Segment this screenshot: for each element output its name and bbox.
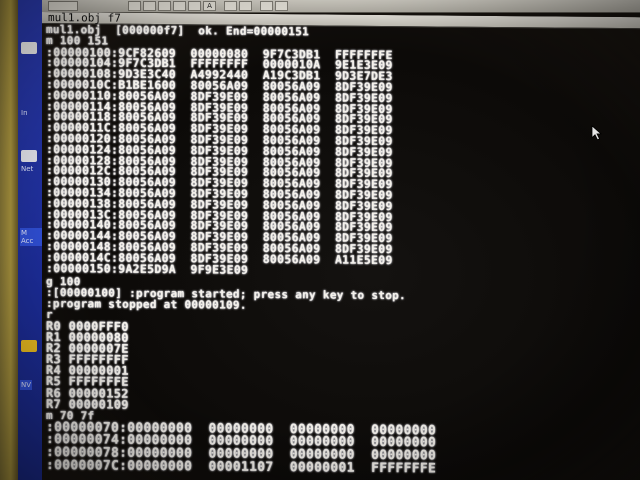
side-panel: In Net M Acc NV (18, 0, 42, 480)
toolbar: A (42, 0, 640, 13)
toolbar-dropdown[interactable] (48, 1, 78, 11)
copy-icon[interactable] (224, 1, 237, 11)
mouse-cursor-icon (591, 124, 603, 141)
app-icon[interactable] (21, 42, 37, 54)
terminal-output: mul1.obj [000000f7] ok. End=00000151 m 1… (46, 23, 636, 478)
toolbar-button[interactable] (143, 1, 156, 11)
monitor-photo: In Net M Acc NV A mul1.obj f7 mul1.obj [… (0, 0, 640, 480)
paste-icon[interactable] (239, 1, 252, 11)
memory-dump: :00000100:9CF82609 00000080 9F7C3DB1 FFF… (46, 45, 636, 279)
register-list: R0 0000FFF0 R1 00000080 R2 0000007E R3 FFFF… (46, 319, 636, 416)
toolbar-button[interactable] (188, 1, 201, 11)
folder-icon[interactable] (21, 340, 37, 352)
side-label-in[interactable]: In (20, 108, 29, 118)
side-label-net[interactable]: Net (20, 164, 34, 174)
terminal-window[interactable]: mul1.obj f7 mul1.obj [000000f7] ok. End=… (42, 12, 640, 480)
toolbar-button[interactable] (128, 1, 141, 11)
toolbar-button[interactable] (158, 1, 171, 11)
side-label-acc[interactable]: M Acc (20, 228, 42, 246)
toolbar-button[interactable] (173, 1, 186, 11)
settings-icon[interactable] (260, 1, 273, 11)
side-label-nv[interactable]: NV (20, 380, 33, 390)
memory-dump: :00000070:00000000 00000000 00000000 000… (46, 420, 636, 478)
monitor-bezel (0, 0, 18, 480)
font-icon[interactable]: A (203, 1, 216, 11)
properties-icon[interactable] (275, 1, 288, 11)
app-icon[interactable] (21, 150, 37, 162)
